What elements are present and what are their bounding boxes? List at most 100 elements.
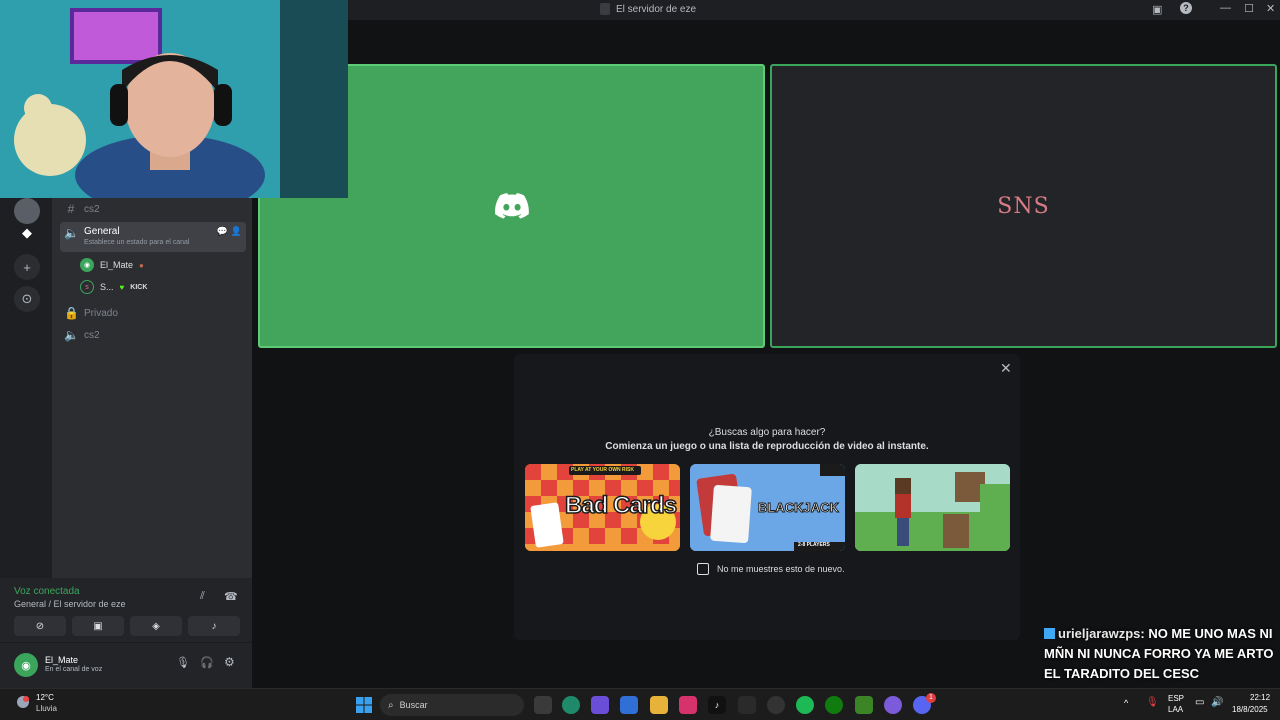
microphone-icon[interactable]: 🎙 <box>176 656 190 669</box>
voice-connected-status: Voz conectada <box>14 586 80 597</box>
webcam-overlay <box>0 0 348 198</box>
disconnect-icon[interactable]: ☎ <box>224 590 238 603</box>
channel-status-placeholder[interactable]: Establece un estado para el canal <box>84 239 189 246</box>
channel-text-cs2[interactable]: # cs2 <box>60 198 246 220</box>
kick-badge: KICK <box>130 283 148 291</box>
activity-question: ¿Buscas algo para hacer? <box>708 427 826 438</box>
game-card-blackjack[interactable]: BLACKJACK 2-8 PLAYERS <box>690 464 845 551</box>
close-icon[interactable]: ✕ <box>1000 360 1012 377</box>
user-status: En el canal de voz <box>45 666 103 673</box>
task-view-icon[interactable] <box>534 696 552 714</box>
language-top[interactable]: ESP <box>1168 694 1184 703</box>
camera-off-icon: ⊘ <box>35 620 45 632</box>
explore-icon[interactable]: ⊙ <box>14 286 40 312</box>
webcam-image <box>0 0 348 198</box>
camera-button[interactable]: ⊘ <box>14 616 66 636</box>
discord-notification-badge: 1 <box>926 693 936 703</box>
dont-show-again[interactable]: No me muestres esto de nuevo. <box>697 563 845 575</box>
voice-panel: Voz conectada General / El servidor de e… <box>0 578 252 688</box>
channel-list: # cs2 🔈 General Establece un estado para… <box>52 198 252 578</box>
avatar: ◉ <box>80 258 94 272</box>
game-card-bad-cards[interactable]: PLAY AT YOUR OWN RISK Bad Cards <box>525 464 680 551</box>
soundboard-icon: ♪ <box>211 620 217 632</box>
language-bottom[interactable]: LAA <box>1168 705 1183 714</box>
channel-voice-cs2[interactable]: 🔈 cs2 <box>60 324 246 346</box>
noise-suppression-icon[interactable]: ⫽ <box>200 590 205 603</box>
help-icon[interactable]: ? <box>1180 2 1192 14</box>
activity-suggestions-panel: ✕ ¿Buscas algo para hacer? Comienza un j… <box>514 354 1020 640</box>
user-panel: ◉ El_Mate En el canal de voz 🎙 🎧 ⚙ <box>0 642 252 688</box>
window-title: El servidor de eze <box>600 3 696 15</box>
server-diamond-icon[interactable]: ◆ <box>14 220 40 246</box>
tray-mic-icon[interactable]: 🎙 <box>1146 697 1159 708</box>
channel-privado[interactable]: 🔒 Privado <box>60 302 246 324</box>
copilot-icon[interactable] <box>591 696 609 714</box>
bad-cards-title: Bad Cards <box>564 491 678 520</box>
settings-icon[interactable]: ⚙ <box>224 655 235 669</box>
search-icon: ⌕ <box>388 699 394 711</box>
xbox-icon[interactable] <box>825 696 843 714</box>
minecraft-icon[interactable] <box>855 696 873 714</box>
clock-time[interactable]: 22:12 <box>1250 693 1270 702</box>
dont-show-label: No me muestres esto de nuevo. <box>717 564 845 574</box>
hash-icon: # <box>67 202 75 216</box>
voice-location[interactable]: General / El servidor de eze <box>14 599 126 609</box>
voice-user[interactable]: ◉ El_Mate ● <box>80 258 144 272</box>
lock-icon: 🔒 <box>64 306 79 320</box>
chat-username: urieljarawzps <box>1058 626 1141 641</box>
discord-logo-icon <box>494 193 529 219</box>
voice-user-name: El_Mate <box>100 260 134 270</box>
activities-button[interactable]: ◈ <box>130 616 182 636</box>
screen-share-icon: ▣ <box>93 620 103 632</box>
volume-icon[interactable]: 🔊 <box>1211 697 1223 708</box>
minimize-icon[interactable]: — <box>1220 2 1231 14</box>
window-title-text: El servidor de eze <box>616 3 697 15</box>
chrome-icon[interactable] <box>767 696 785 714</box>
user-name: El_Mate <box>45 655 79 665</box>
weather-desc: Lluvia <box>36 704 57 713</box>
channel-voice-general-text: General Establece un estado para el cana… <box>84 226 189 246</box>
spotify-icon[interactable] <box>796 696 814 714</box>
store-icon[interactable] <box>620 696 638 714</box>
channel-label: General <box>84 226 120 237</box>
sns-logo: SNS <box>997 193 1050 219</box>
instagram-icon[interactable] <box>679 696 697 714</box>
weather-icon[interactable] <box>14 694 32 712</box>
voice-user-name: S... <box>100 282 114 292</box>
dont-show-checkbox[interactable] <box>697 563 709 575</box>
weather-temp: 12°C <box>36 693 54 702</box>
add-server-icon[interactable]: + <box>14 254 40 280</box>
game-card-minecraft[interactable] <box>855 464 1010 551</box>
file-explorer-icon[interactable] <box>650 696 668 714</box>
add-member-icon[interactable]: 👤 <box>231 226 242 237</box>
video-tile-sns[interactable]: SNS <box>770 64 1277 348</box>
close-window-icon[interactable]: ✕ <box>1266 2 1275 15</box>
gamepad-icon: ◈ <box>152 620 160 632</box>
maximize-icon[interactable]: ☐ <box>1244 2 1254 15</box>
epic-games-icon[interactable] <box>738 696 756 714</box>
channel-label: Privado <box>84 307 118 319</box>
mate-icon: ● <box>139 260 144 270</box>
inbox-icon[interactable]: ▣ <box>1152 3 1162 16</box>
avatar[interactable]: ◉ <box>14 653 38 677</box>
windows-taskbar: 12°C Lluvia ⌕ Buscar ♪ 1 ^ 🎙 ESP LAA ▭ 🔊… <box>0 688 1280 720</box>
windows-start-icon[interactable] <box>355 696 373 714</box>
clock-date[interactable]: 18/8/2025 <box>1232 705 1268 714</box>
headphones-icon[interactable]: 🎧 <box>200 656 214 669</box>
tiktok-icon[interactable]: ♪ <box>708 696 726 714</box>
network-icon[interactable]: ▭ <box>1195 697 1204 708</box>
edge-browser-icon[interactable] <box>562 696 580 714</box>
stream-chat-overlay: urieljarawzps: NO ME UNO MAS NI MÑN NI N… <box>1044 624 1280 684</box>
minecraft-artwork <box>855 464 1010 551</box>
soundboard-button[interactable]: ♪ <box>188 616 240 636</box>
channel-voice-general[interactable]: 🔈 General Establece un estado para el ca… <box>60 222 246 252</box>
taskbar-search[interactable]: ⌕ Buscar <box>380 694 524 716</box>
chat-icon[interactable]: 💬 <box>217 226 228 237</box>
blackjack-title: BLACKJACK <box>758 500 840 516</box>
streaming-app-icon[interactable] <box>884 696 902 714</box>
screen-share-button[interactable]: ▣ <box>72 616 124 636</box>
avatar: s <box>80 280 94 294</box>
voice-user[interactable]: s S... ♥ KICK <box>80 280 147 294</box>
tray-overflow-icon[interactable]: ^ <box>1124 698 1128 708</box>
bad-cards-tag: PLAY AT YOUR OWN RISK <box>571 467 634 473</box>
